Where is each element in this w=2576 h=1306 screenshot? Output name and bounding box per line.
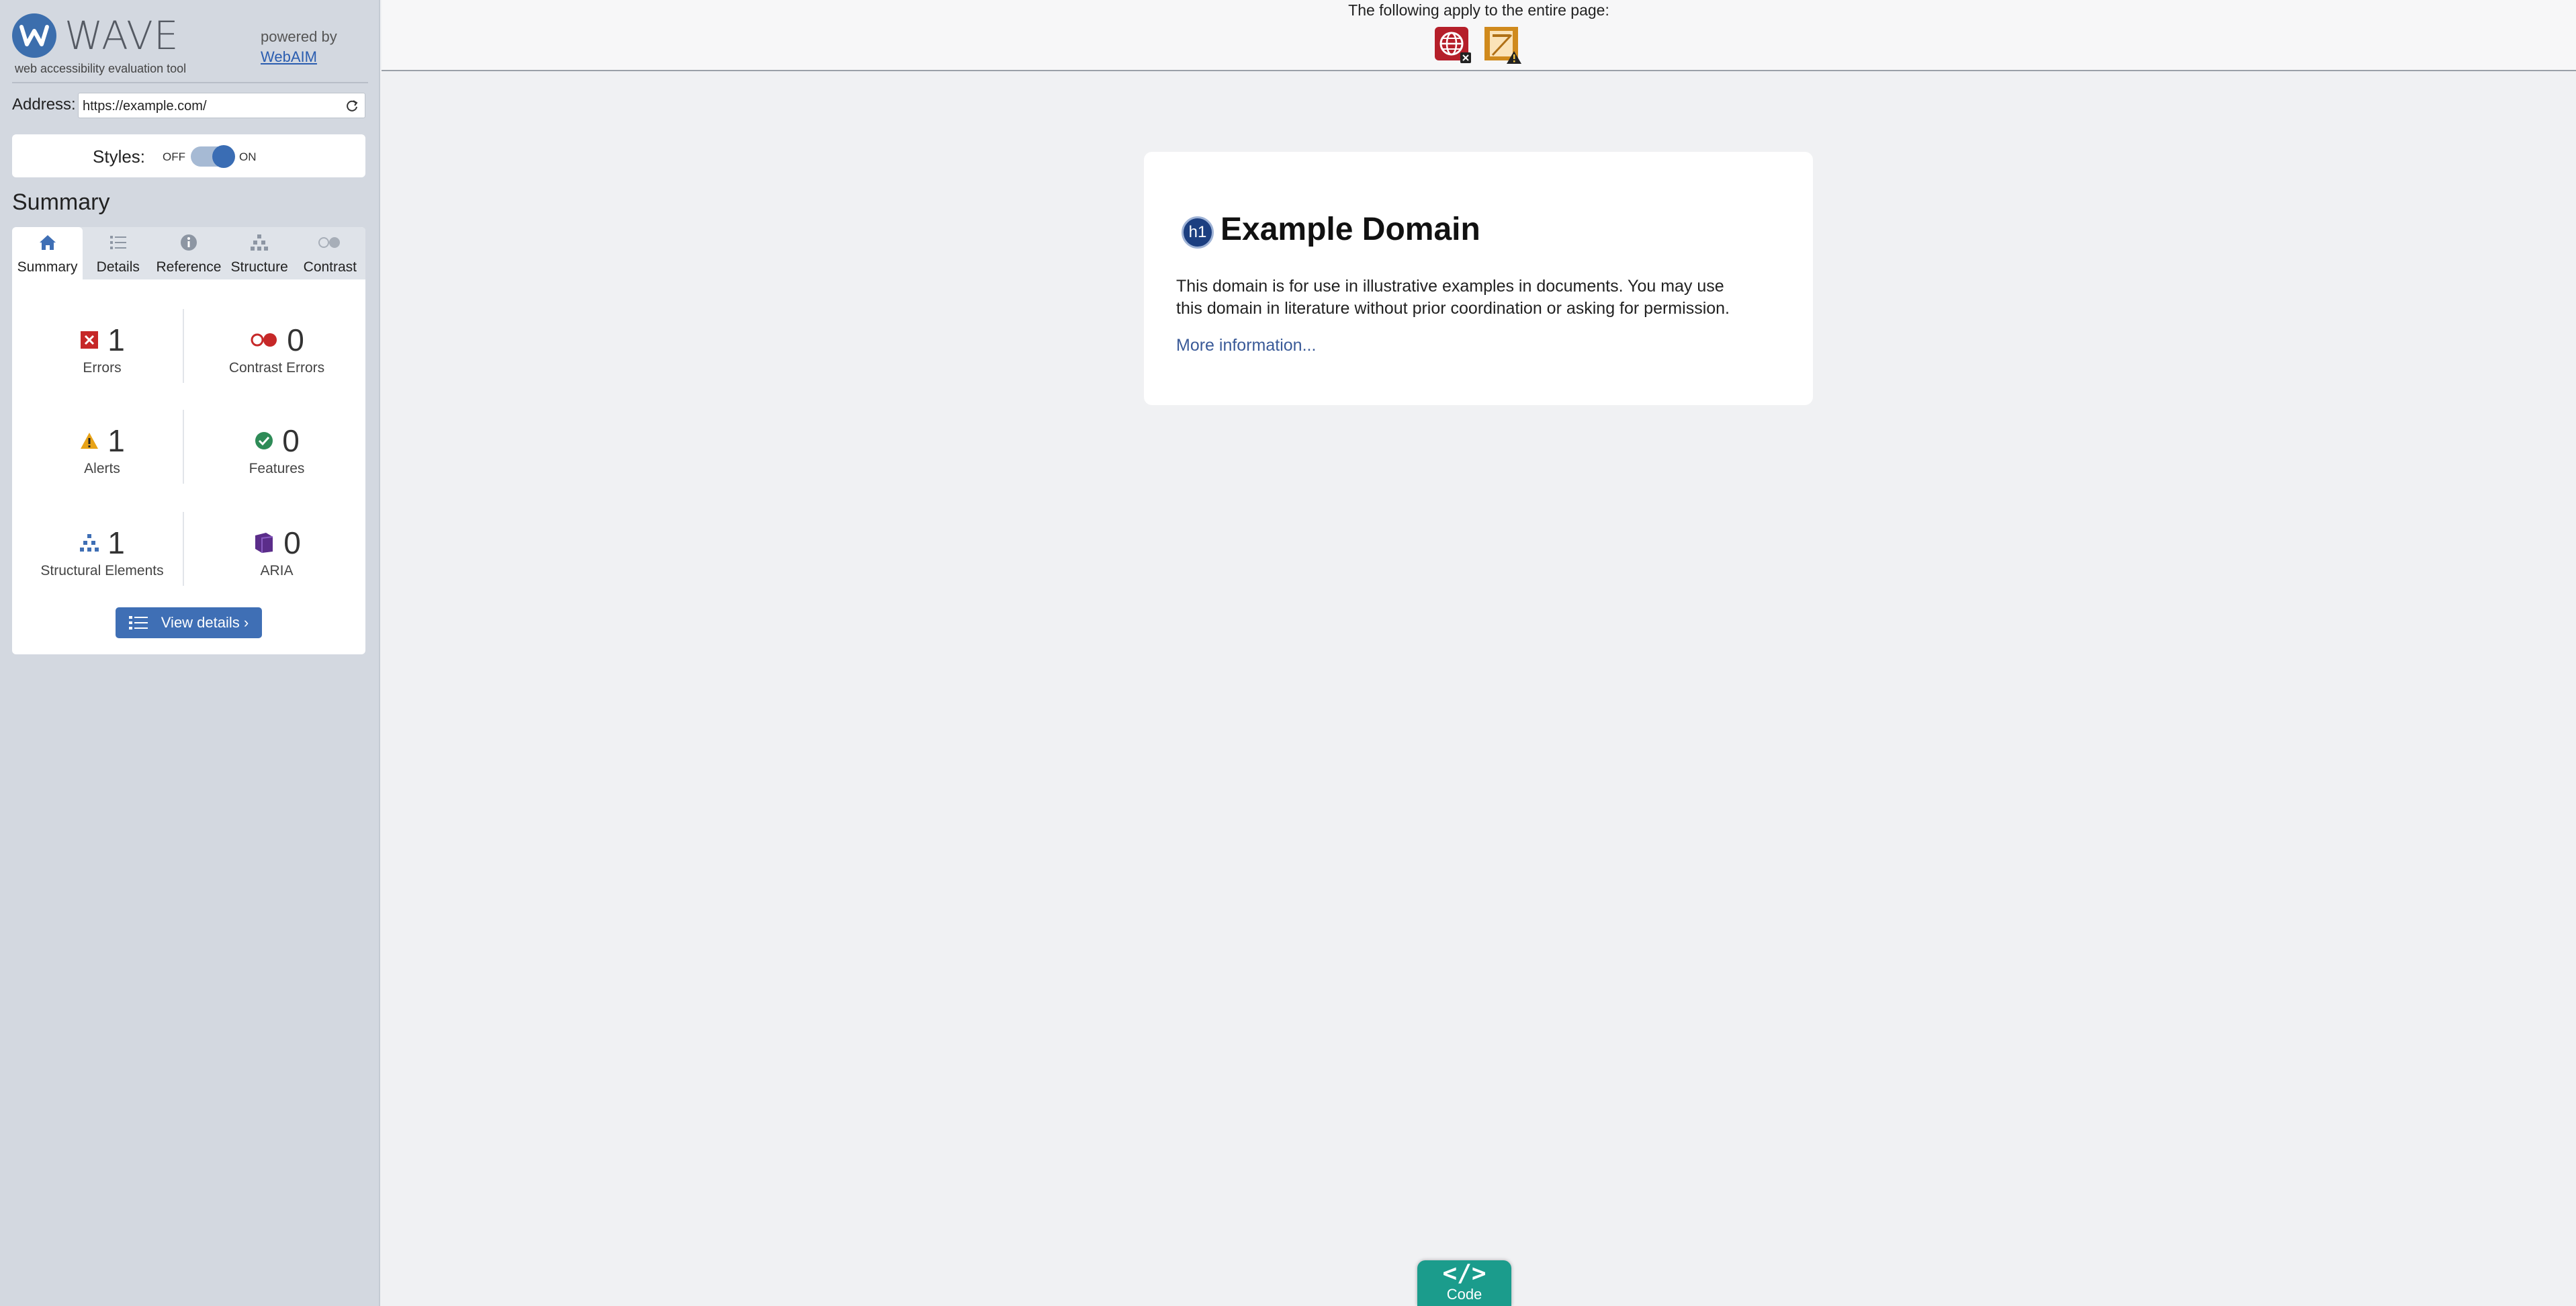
- stat-divider: [183, 410, 184, 484]
- hierarchy-icon: [251, 234, 269, 251]
- list-icon: [109, 236, 126, 249]
- h1-structure-badge[interactable]: h1: [1182, 216, 1214, 249]
- structure-icon: [80, 534, 99, 552]
- page-level-text: The following apply to the entire page:: [1348, 1, 1609, 19]
- wave-brand: WAVE web accessibility evaluation tool p…: [12, 13, 368, 81]
- styles-card: Styles: OFF ON: [12, 134, 365, 177]
- code-label: Code: [1446, 1286, 1482, 1303]
- home-icon: [39, 235, 56, 250]
- powered-by: powered by WebAIM: [261, 27, 337, 67]
- contrast-error-icon: [251, 333, 277, 347]
- code-toggle-button[interactable]: </> Code: [1417, 1260, 1511, 1306]
- address-row: Address:: [12, 93, 365, 118]
- stat-label: Structural Elements: [40, 563, 164, 578]
- stat-contrast-errors[interactable]: 0 Contrast Errors: [196, 322, 357, 376]
- address-box: [78, 93, 365, 118]
- stat-aria[interactable]: 0 ARIA: [196, 525, 357, 579]
- page-level-icons: [1433, 26, 1522, 64]
- tab-contrast[interactable]: Contrast: [295, 227, 365, 279]
- stat-count: 1: [107, 423, 125, 458]
- panel-tabs: Summary Details Reference Structure Cont…: [12, 227, 365, 279]
- stat-count: 0: [287, 322, 304, 357]
- info-icon: [180, 234, 197, 251]
- summary-panel: Summary Details Reference Structure Cont…: [12, 227, 365, 654]
- stat-label: Features: [249, 461, 305, 476]
- more-information-link[interactable]: More information...: [1176, 336, 1316, 355]
- stat-label: ARIA: [260, 563, 294, 578]
- stat-alerts[interactable]: 1 Alerts: [21, 423, 183, 477]
- content-card: h1 Example Domain This domain is for use…: [1144, 152, 1813, 405]
- tab-structure[interactable]: Structure: [224, 227, 295, 279]
- tab-label: Reference: [156, 259, 222, 275]
- styles-off-label: OFF: [163, 150, 185, 163]
- list-icon: [128, 616, 148, 629]
- stat-count: 0: [282, 423, 300, 458]
- wave-sidebar: WAVE web accessibility evaluation tool p…: [0, 0, 380, 1306]
- stat-structural[interactable]: 1 Structural Elements: [21, 525, 183, 579]
- contrast-icon: [318, 237, 341, 248]
- language-error-icon[interactable]: [1433, 26, 1472, 64]
- page-paragraph: This domain is for use in illustrative e…: [1176, 277, 1730, 318]
- powered-by-text: powered by: [261, 28, 337, 45]
- brand-divider: [12, 82, 368, 83]
- alert-icon: [81, 433, 99, 449]
- stat-label: Errors: [83, 360, 122, 376]
- styles-toggle-knob: [212, 145, 235, 168]
- error-icon: [81, 331, 99, 349]
- tab-details[interactable]: Details: [83, 227, 153, 279]
- stat-divider: [183, 512, 184, 586]
- stat-label: Contrast Errors: [228, 360, 325, 376]
- aria-icon: [255, 533, 273, 553]
- page-heading: Example Domain: [1220, 212, 1480, 247]
- stat-errors[interactable]: 1 Errors: [21, 322, 183, 376]
- page-level-bar: The following apply to the entire page:: [382, 0, 2576, 71]
- wave-tagline: web accessibility evaluation tool: [15, 62, 187, 75]
- wave-wordmark: WAVE: [64, 13, 179, 58]
- tab-summary[interactable]: Summary: [12, 227, 83, 279]
- code-icon: </>: [1442, 1260, 1486, 1287]
- wave-logo-icon: [12, 13, 56, 58]
- webaim-link[interactable]: WebAIM: [261, 48, 317, 65]
- styles-label: Styles:: [93, 146, 146, 167]
- tab-reference[interactable]: Reference: [153, 227, 224, 279]
- reload-icon[interactable]: [345, 99, 359, 114]
- feature-icon: [255, 432, 273, 449]
- stat-count: 1: [107, 525, 125, 560]
- stat-divider: [183, 309, 184, 383]
- stat-features[interactable]: 0 Features: [196, 423, 357, 477]
- stat-count: 1: [107, 322, 125, 357]
- stat-label: Alerts: [84, 461, 120, 476]
- view-details-label: View details ›: [161, 614, 249, 631]
- address-input[interactable]: [83, 97, 338, 116]
- tab-label: Details: [96, 259, 140, 275]
- styles-toggle[interactable]: [191, 145, 235, 168]
- stat-count: 0: [283, 525, 301, 560]
- summary-title: Summary: [12, 189, 110, 215]
- title-alert-icon[interactable]: [1483, 26, 1522, 64]
- tab-label: Contrast: [303, 259, 357, 275]
- styles-on-label: ON: [239, 150, 257, 163]
- view-details-button[interactable]: View details ›: [116, 607, 262, 638]
- address-label: Address:: [12, 95, 76, 114]
- tab-label: Summary: [17, 259, 78, 275]
- tab-label: Structure: [230, 259, 288, 275]
